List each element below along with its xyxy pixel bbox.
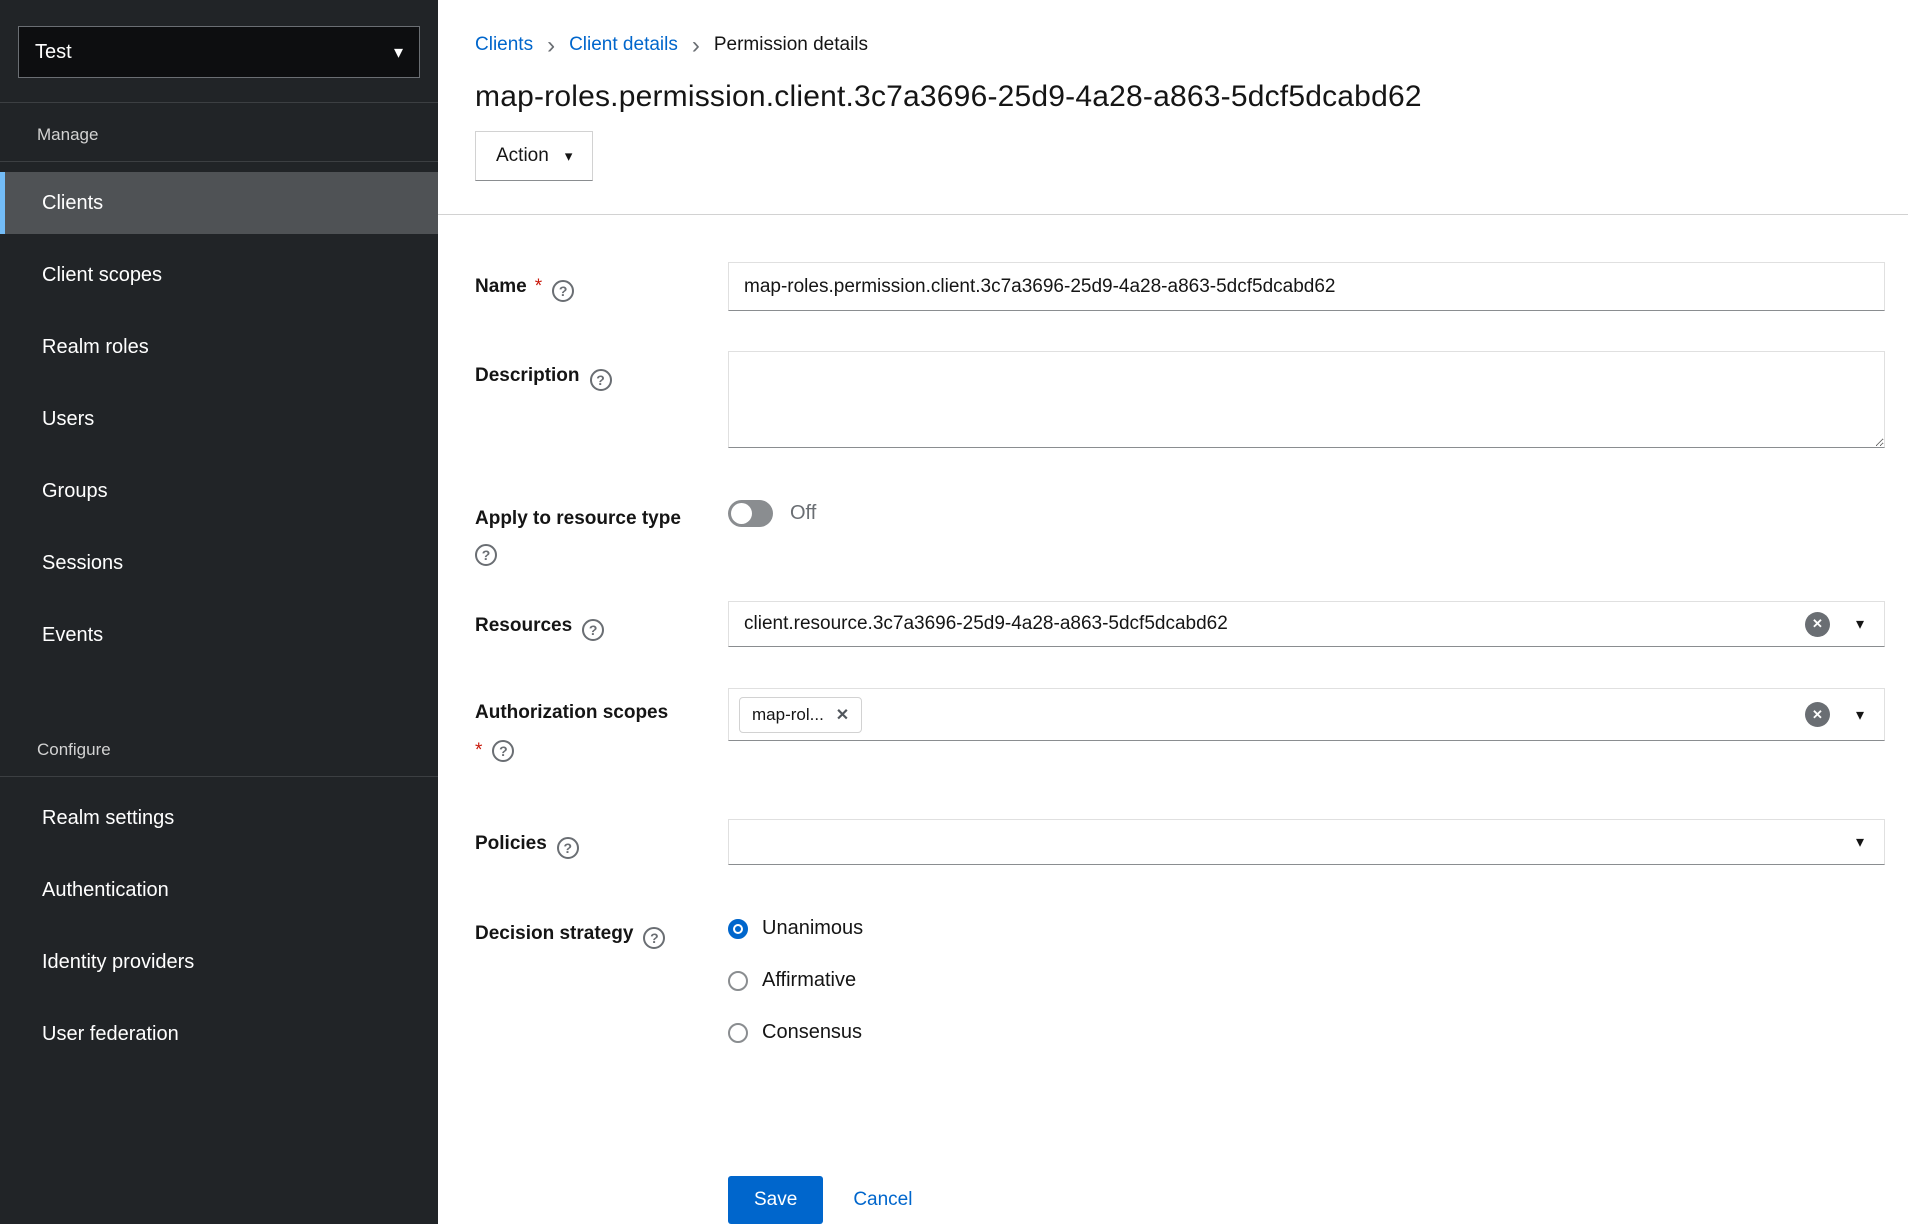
- resources-selected-value: client.resource.3c7a3696-25d9-4a28-a863-…: [729, 613, 1805, 635]
- sidebar-item-user-federation[interactable]: User federation: [0, 1003, 438, 1065]
- chip-area: map-rol... ✕: [729, 697, 1805, 733]
- decision-strategy-radio-group: Unanimous Affirmative Consensus: [728, 909, 1885, 1073]
- help-icon[interactable]: ?: [582, 619, 604, 641]
- realm-selector-area: Test ▾: [0, 0, 438, 103]
- breadcrumb-separator-icon: ›: [547, 36, 555, 55]
- chevron-down-icon[interactable]: ▾: [1856, 614, 1864, 634]
- sidebar-nav: Manage Clients Client scopes Realm roles…: [0, 103, 438, 1075]
- sidebar-item-authentication[interactable]: Authentication: [0, 859, 438, 921]
- clear-selection-icon[interactable]: ✕: [1805, 702, 1830, 727]
- sidebar-item-groups[interactable]: Groups: [0, 460, 438, 522]
- sidebar-item-clients[interactable]: Clients: [0, 172, 438, 234]
- description-label: Description?: [475, 351, 728, 391]
- form-row-policies: Policies? ▾: [475, 819, 1885, 865]
- radio-option-unanimous[interactable]: Unanimous: [728, 917, 1885, 940]
- breadcrumb: Clients › Client details › Permission de…: [475, 0, 1885, 56]
- radio-label: Affirmative: [762, 969, 856, 992]
- radio-selected-icon[interactable]: [728, 919, 748, 939]
- main-content: Clients › Client details › Permission de…: [438, 0, 1908, 1224]
- name-label: Name *?: [475, 262, 728, 302]
- resources-label: Resources?: [475, 601, 728, 641]
- radio-label: Consensus: [762, 1021, 862, 1044]
- radio-unselected-icon[interactable]: [728, 1023, 748, 1043]
- nav-list-configure: Realm settings Authentication Identity p…: [0, 787, 438, 1065]
- chevron-down-icon[interactable]: ▾: [1856, 705, 1864, 725]
- description-label-text: Description: [475, 365, 580, 386]
- sidebar-item-realm-settings[interactable]: Realm settings: [0, 787, 438, 849]
- description-textarea[interactable]: [728, 351, 1885, 448]
- radio-unselected-icon[interactable]: [728, 971, 748, 991]
- sidebar-item-sessions[interactable]: Sessions: [0, 532, 438, 594]
- help-icon[interactable]: ?: [590, 369, 612, 391]
- nav-list-manage: Clients Client scopes Realm roles Users …: [0, 172, 438, 666]
- authorization-scopes-label: Authorization scopes *?: [475, 688, 728, 764]
- help-icon[interactable]: ?: [557, 837, 579, 859]
- policies-label: Policies?: [475, 819, 728, 859]
- chevron-down-icon: ▾: [565, 147, 573, 165]
- apply-to-resource-type-label-text: Apply to resource type: [475, 508, 681, 529]
- nav-section-title-configure: Configure: [0, 718, 438, 777]
- nav-section-gap: [0, 676, 438, 718]
- help-icon[interactable]: ?: [643, 927, 665, 949]
- realm-name: Test: [35, 41, 72, 64]
- radio-option-affirmative[interactable]: Affirmative: [728, 969, 1885, 992]
- realm-selector[interactable]: Test ▾: [18, 26, 420, 78]
- required-asterisk: *: [535, 276, 542, 297]
- form-row-apply-to-resource-type: Apply to resource type ? Off: [475, 494, 1885, 566]
- chip-remove-icon[interactable]: ✕: [836, 705, 849, 725]
- clear-selection-icon[interactable]: ✕: [1805, 612, 1830, 637]
- chip-label: map-rol...: [752, 705, 824, 725]
- required-asterisk: *: [475, 738, 482, 764]
- resources-select[interactable]: client.resource.3c7a3696-25d9-4a28-a863-…: [728, 601, 1885, 647]
- header-divider: [438, 214, 1908, 215]
- breadcrumb-separator-icon: ›: [692, 36, 700, 55]
- breadcrumb-client-details[interactable]: Client details: [569, 34, 678, 56]
- resources-label-text: Resources: [475, 615, 572, 636]
- authorization-scope-chip: map-rol... ✕: [739, 697, 862, 733]
- sidebar-item-identity-providers[interactable]: Identity providers: [0, 931, 438, 993]
- sidebar-item-client-scopes[interactable]: Client scopes: [0, 244, 438, 306]
- sidebar-item-events[interactable]: Events: [0, 604, 438, 666]
- action-dropdown-button[interactable]: Action ▾: [475, 131, 593, 181]
- decision-strategy-label: Decision strategy?: [475, 909, 728, 949]
- sidebar: Test ▾ Manage Clients Client scopes Real…: [0, 0, 438, 1224]
- policies-select[interactable]: ▾: [728, 819, 1885, 865]
- toggle-state-label: Off: [790, 502, 816, 525]
- help-icon[interactable]: ?: [475, 544, 497, 566]
- chevron-down-icon: ▾: [394, 42, 403, 63]
- breadcrumb-permission-details: Permission details: [714, 34, 868, 56]
- breadcrumb-clients[interactable]: Clients: [475, 34, 533, 56]
- form-row-decision-strategy: Decision strategy? Unanimous Affirmative…: [475, 909, 1885, 1073]
- policies-label-text: Policies: [475, 833, 547, 854]
- name-label-text: Name: [475, 276, 527, 297]
- apply-to-resource-type-field: Off: [728, 494, 1885, 527]
- radio-option-consensus[interactable]: Consensus: [728, 1021, 1885, 1044]
- authorization-scopes-label-text: Authorization scopes: [475, 702, 668, 723]
- permission-form: Name *? Description? Apply to resource ty…: [475, 262, 1885, 1073]
- action-dropdown-label: Action: [496, 145, 549, 167]
- sidebar-item-realm-roles[interactable]: Realm roles: [0, 316, 438, 378]
- toggle-knob: [731, 503, 752, 524]
- authorization-scopes-select[interactable]: map-rol... ✕ ✕ ▾: [728, 688, 1885, 741]
- decision-strategy-label-text: Decision strategy: [475, 923, 633, 944]
- form-row-authorization-scopes: Authorization scopes *? map-rol... ✕ ✕ ▾: [475, 688, 1885, 764]
- page-title: map-roles.permission.client.3c7a3696-25d…: [475, 80, 1885, 114]
- chevron-down-icon[interactable]: ▾: [1856, 832, 1864, 852]
- save-button[interactable]: Save: [728, 1176, 823, 1224]
- form-actions: Save Cancel: [728, 1176, 912, 1224]
- form-row-resources: Resources? client.resource.3c7a3696-25d9…: [475, 601, 1885, 647]
- help-icon[interactable]: ?: [492, 740, 514, 762]
- form-row-description: Description?: [475, 351, 1885, 448]
- cancel-button[interactable]: Cancel: [853, 1189, 912, 1211]
- nav-section-title-manage: Manage: [0, 103, 438, 162]
- form-row-name: Name *?: [475, 262, 1885, 311]
- radio-label: Unanimous: [762, 917, 863, 940]
- help-icon[interactable]: ?: [552, 280, 574, 302]
- apply-to-resource-type-toggle[interactable]: [728, 500, 773, 527]
- name-input[interactable]: [728, 262, 1885, 311]
- apply-to-resource-type-label: Apply to resource type ?: [475, 494, 728, 566]
- sidebar-item-users[interactable]: Users: [0, 388, 438, 450]
